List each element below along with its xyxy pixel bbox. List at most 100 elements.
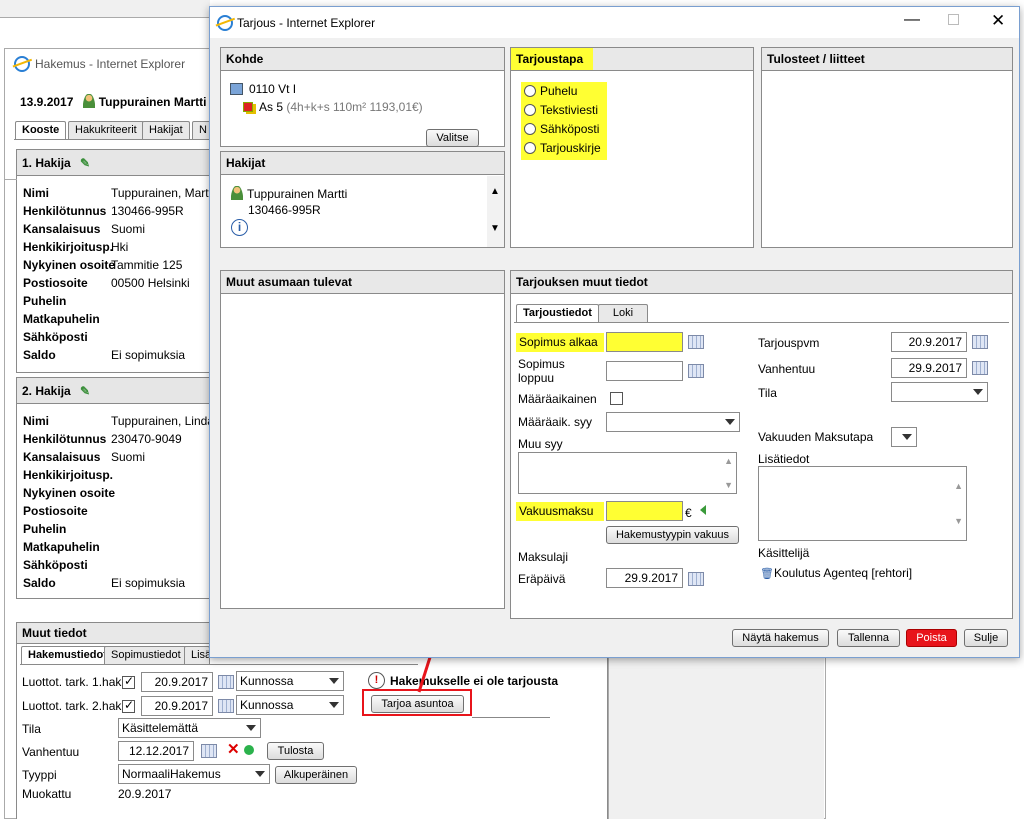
tila-tarjous-select[interactable]	[891, 382, 988, 402]
luottot1-status-select[interactable]: Kunnossa	[236, 671, 344, 691]
muu-syy-textarea[interactable]: ▲ ▼	[518, 452, 737, 494]
sulje-button[interactable]: Sulje	[964, 629, 1008, 647]
hakija1-row-label: Puhelin	[23, 294, 67, 308]
tab-hakukriteerit[interactable]: Hakukriteerit	[68, 121, 144, 139]
calendar-icon[interactable]	[218, 675, 234, 689]
tarjouspvm-input[interactable]: 20.9.2017	[891, 332, 967, 352]
tila-select[interactable]: Käsittelemättä	[118, 718, 261, 738]
option-sahkoposti[interactable]: Sähköposti	[524, 122, 607, 141]
hakija2-row-label: Postiosoite	[23, 504, 88, 518]
tab-lisa[interactable]: Lisä	[184, 646, 210, 664]
option-tekstiviesti[interactable]: Tekstiviesti	[524, 103, 607, 122]
scroll-up-icon[interactable]: ▲	[724, 456, 733, 466]
maaraaikainen-checkbox[interactable]	[610, 392, 623, 405]
ok-status-icon	[244, 745, 254, 755]
hakija-id: 130466-995R	[248, 203, 321, 217]
person-icon	[82, 94, 95, 108]
hakija1-sep	[5, 179, 17, 180]
calendar-icon[interactable]	[972, 335, 988, 349]
scroll-down-icon[interactable]: ▼	[954, 516, 963, 526]
hakemustyypin-vakuus-button[interactable]: Hakemustyypin vakuus	[606, 526, 739, 544]
tulosteet-header: Tulosteet / liitteet	[762, 48, 1012, 71]
tab-tarjoustiedot[interactable]: Tarjoustiedot	[516, 304, 599, 323]
maximize-button[interactable]	[948, 14, 959, 25]
muu-syy-label: Muu syy	[518, 437, 563, 451]
alkuperainen-button[interactable]: Alkuperäinen	[275, 766, 357, 784]
hakija-name: Tuppurainen Martti	[231, 186, 347, 201]
hakija2-row-label: Nimi	[23, 414, 50, 428]
erapaiva-input[interactable]: 29.9.2017	[606, 568, 683, 588]
luottot1-date[interactable]: 20.9.2017	[141, 672, 213, 692]
calendar-icon[interactable]	[688, 572, 704, 586]
vakuusmaksu-input[interactable]	[606, 501, 683, 521]
vakuuden-maksutapa-label: Vakuuden Maksutapa	[758, 430, 874, 444]
luottot2-status-select[interactable]: Kunnossa	[236, 695, 344, 715]
sopimus-alkaa-input[interactable]	[606, 332, 683, 352]
offer-line	[472, 717, 550, 718]
close-button[interactable]: ✕	[991, 11, 1005, 31]
calendar-icon[interactable]	[972, 361, 988, 375]
tarjouksen-muut-tiedot-header: Tarjouksen muut tiedot	[511, 271, 1012, 294]
maaraaik-syy-select[interactable]	[606, 412, 740, 432]
arrow-left-icon[interactable]	[700, 505, 706, 515]
scroll-up-icon[interactable]: ▲	[490, 186, 500, 197]
ie-icon	[217, 15, 233, 31]
tyyppi-label: Tyyppi	[22, 768, 57, 782]
info-icon[interactable]: i	[231, 219, 248, 236]
tab-kooste[interactable]: Kooste	[15, 121, 67, 140]
luottot2-date[interactable]: 20.9.2017	[141, 696, 213, 716]
trash-icon[interactable]: 🗑	[760, 568, 774, 580]
clear-icon[interactable]: ✕	[227, 740, 240, 758]
tab-hakemustiedot[interactable]: Hakemustiedot	[21, 646, 114, 665]
kohde-line1: 0110 Vt I	[249, 82, 297, 96]
calendar-icon[interactable]	[688, 364, 704, 378]
luottot2-checkbox[interactable]	[122, 698, 135, 713]
vakuusmaksu-label: Vakuusmaksu	[516, 502, 604, 521]
vanhentuu-tarjous-label: Vanhentuu	[758, 362, 816, 376]
poista-button[interactable]: Poista	[906, 629, 957, 647]
tallenna-button[interactable]: Tallenna	[837, 629, 900, 647]
radio-icon	[524, 142, 536, 154]
luottot1-label: Luottot. tark. 1.hak	[22, 675, 122, 689]
luottot1-checkbox[interactable]	[122, 674, 135, 689]
hakijat-scrollbar[interactable]: ▲ ▼	[487, 176, 504, 247]
scroll-down-icon[interactable]: ▼	[490, 223, 500, 234]
vakuuden-maksutapa-select[interactable]	[891, 427, 917, 447]
valitse-button[interactable]: Valitse	[426, 129, 479, 147]
apartment-icon	[243, 102, 253, 112]
calendar-icon[interactable]	[218, 699, 234, 713]
hakija2-row-label: Sähköposti	[23, 558, 88, 572]
hakija2-row-label: Matkapuhelin	[23, 540, 100, 554]
tab-loki[interactable]: Loki	[598, 304, 648, 322]
maaraaikainen-label: Määräaikainen	[518, 392, 597, 406]
scroll-up-icon[interactable]: ▲	[954, 481, 963, 491]
muokattu-label: Muokattu	[22, 787, 72, 801]
scroll-down-icon[interactable]: ▼	[724, 480, 733, 490]
tulosta-button[interactable]: Tulosta	[267, 742, 324, 760]
hakija1-row-label: Henkilötunnus	[23, 204, 107, 218]
lisatiedot-textarea[interactable]: ▲ ▼	[758, 466, 967, 541]
tab-sopimustiedot[interactable]: Sopimustiedot	[104, 646, 188, 664]
hakija1-row-label: Nimi	[23, 186, 50, 200]
tyyppi-select[interactable]: NormaaliHakemus	[118, 764, 270, 784]
hakija2-header: 2. Hakija ✎	[17, 378, 211, 404]
currency-label: €	[685, 506, 692, 520]
sopimus-alkaa-label: Sopimus alkaa	[516, 333, 604, 352]
bg-window-title: Hakemus - Internet Explorer	[35, 57, 186, 71]
kasittelija-value: 🗑Koulutus Agenteq [rehtori]	[760, 566, 913, 580]
add-person-icon[interactable]: ✎	[80, 156, 90, 170]
muokattu-value: 20.9.2017	[118, 787, 172, 801]
sopimus-loppuu-input[interactable]	[606, 361, 683, 381]
option-tarjouskirje[interactable]: Tarjouskirje	[524, 141, 607, 160]
minimize-button[interactable]: —	[904, 11, 920, 29]
add-person-icon[interactable]: ✎	[80, 384, 90, 398]
option-puhelu[interactable]: Puhelu	[524, 84, 607, 103]
tulosteet-panel: Tulosteet / liitteet	[761, 47, 1013, 248]
tab-hakijat[interactable]: Hakijat	[142, 121, 190, 139]
calendar-icon[interactable]	[688, 335, 704, 349]
calendar-icon[interactable]	[201, 744, 217, 758]
muut-asumaan-panel: Muut asumaan tulevat	[220, 270, 505, 609]
vanhentuu-date[interactable]: 12.12.2017	[118, 741, 194, 761]
vanhentuu-tarjous-input[interactable]: 29.9.2017	[891, 358, 967, 378]
nayta-hakemus-button[interactable]: Näytä hakemus	[732, 629, 829, 647]
